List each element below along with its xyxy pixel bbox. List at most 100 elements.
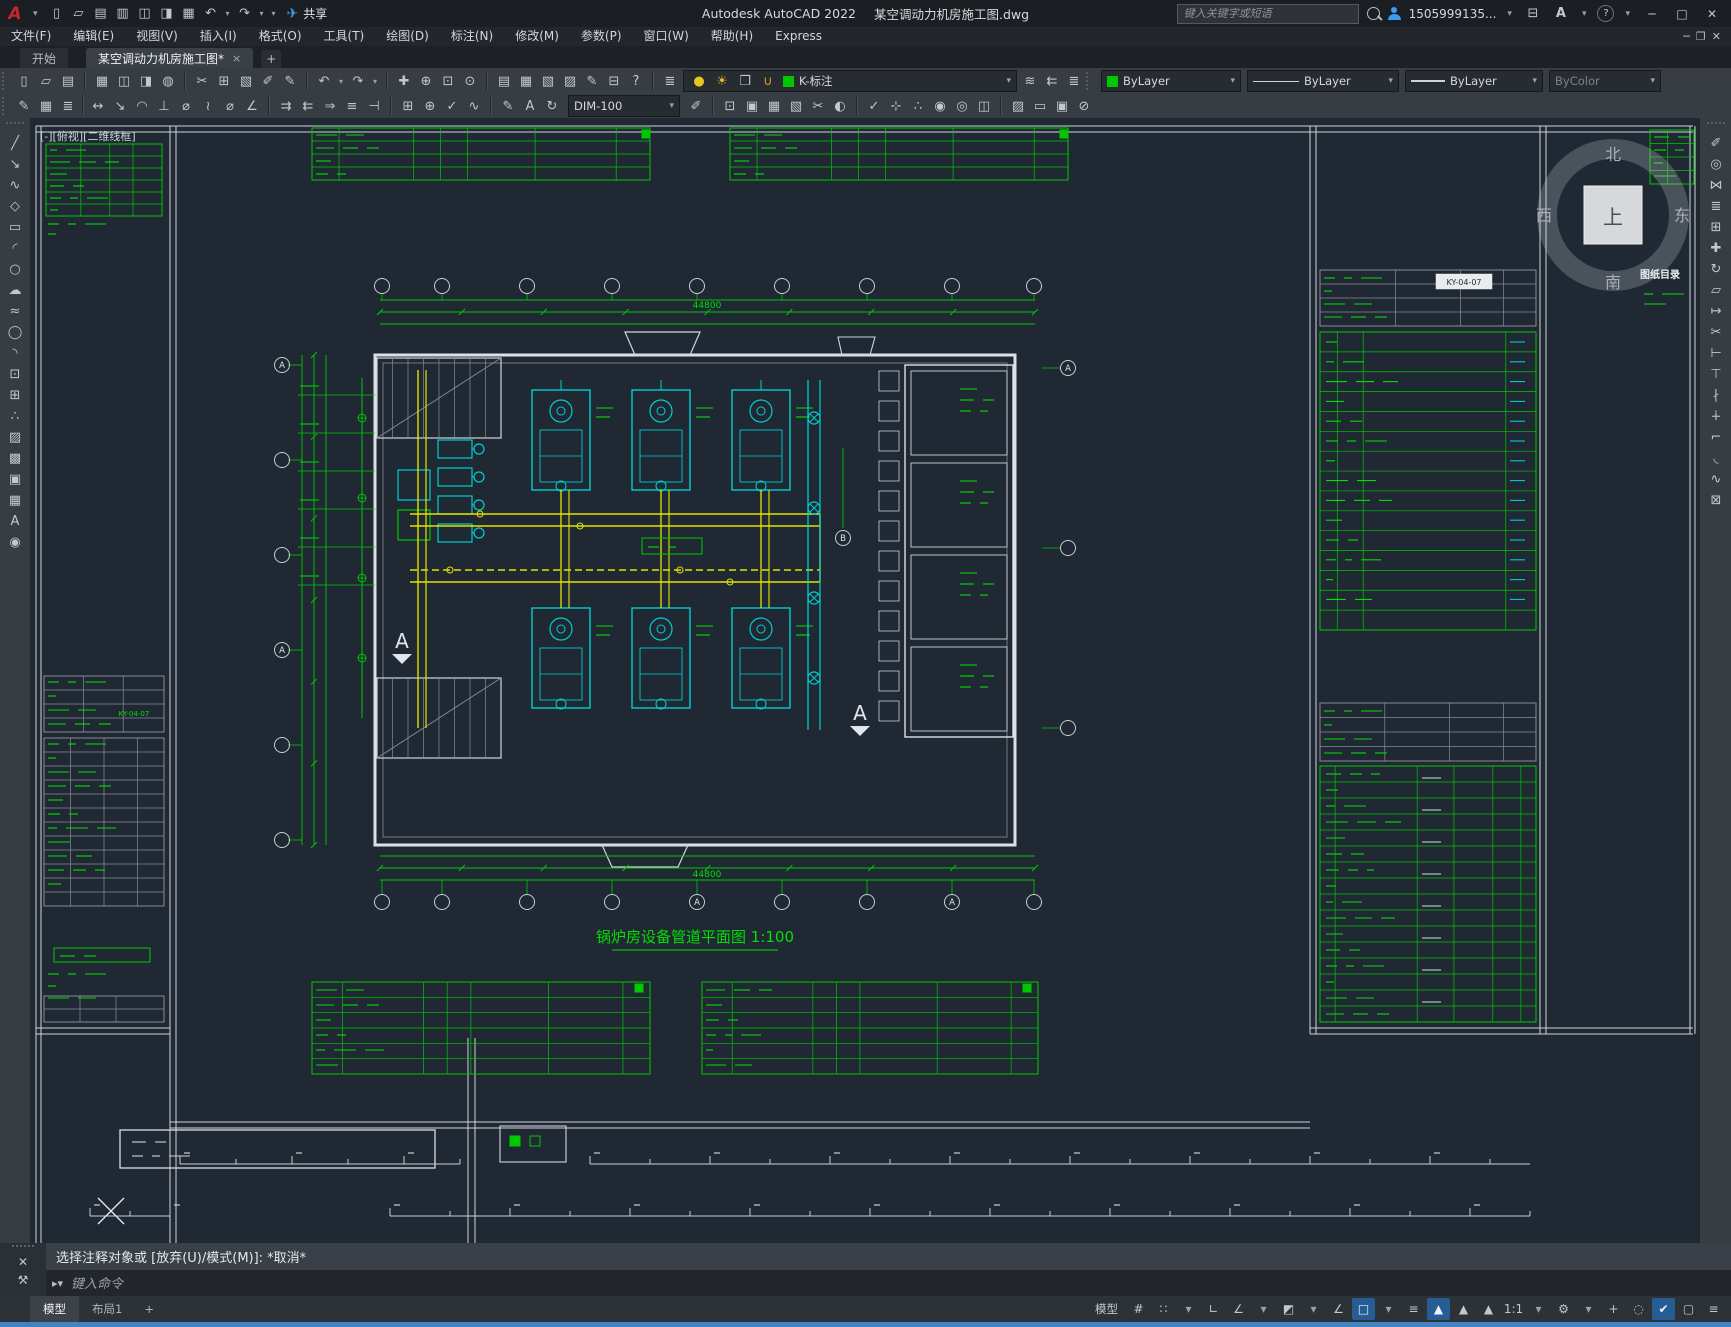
isolate-objects-icon[interactable]: ◌	[1627, 1298, 1650, 1320]
dim-style-apply-icon[interactable]: ✐	[686, 95, 706, 117]
dim-diameter-icon[interactable]: ⌀	[220, 95, 240, 117]
copy-icon[interactable]: ⊞	[214, 70, 234, 92]
paste-icon[interactable]: ▧	[236, 70, 256, 92]
isometric-drafting-icon[interactable]: ◩	[1277, 1298, 1300, 1320]
publish-icon[interactable]: ◨	[136, 70, 156, 92]
clip-icon[interactable]: ✂	[808, 95, 828, 117]
command-grip[interactable]	[12, 1245, 34, 1251]
lineweight-combo-dropdown-icon[interactable]: ▾	[1532, 76, 1537, 86]
dim-aligned-icon[interactable]: ↘	[110, 95, 130, 117]
dim-inspect-icon[interactable]: ✓	[442, 95, 462, 117]
hatch-icon[interactable]: ▨	[5, 427, 25, 448]
snap-mode-icon[interactable]: ∷	[1152, 1298, 1175, 1320]
fillet-icon[interactable]: ◟	[1706, 448, 1726, 469]
gradient-icon[interactable]: ▩	[5, 448, 25, 469]
menu-item[interactable]: Express	[764, 27, 833, 46]
text-style-icon[interactable]: ▦	[36, 95, 56, 117]
open-folder-icon[interactable]: ▱	[69, 3, 89, 25]
menu-item[interactable]: 参数(P)	[570, 27, 633, 46]
make-block-icon[interactable]: ⊞	[5, 385, 25, 406]
stretch-icon[interactable]: ↦	[1706, 301, 1726, 322]
dim-jogged-icon[interactable]: ≀	[198, 95, 218, 117]
autodesk-a-icon[interactable]: A	[1551, 3, 1571, 25]
group-icon[interactable]: ◉	[5, 532, 25, 553]
tool-palettes-icon[interactable]: ▧	[538, 70, 558, 92]
redo-icon[interactable]: ↷	[348, 70, 368, 92]
open-from-mobile-icon[interactable]: ◫	[135, 3, 155, 25]
tolerance-icon[interactable]: ⊞	[398, 95, 418, 117]
linetype-combo[interactable]: ByLayer ▾	[1247, 70, 1399, 92]
doc-restore-button[interactable]: ❐	[1696, 30, 1706, 43]
insert-block-icon[interactable]: ⊡	[5, 364, 25, 385]
search-icon[interactable]	[1366, 7, 1380, 20]
user-id[interactable]: 1505999135...	[1409, 7, 1497, 21]
dim-baseline-icon[interactable]: ⇇	[298, 95, 318, 117]
save-icon[interactable]: ▤	[58, 70, 78, 92]
new-file-icon[interactable]: ▯	[47, 3, 67, 25]
help-icon[interactable]: ?	[1597, 5, 1615, 22]
annotation-scale-icon[interactable]: ▲	[1477, 1298, 1500, 1320]
plot-preview-icon[interactable]: ◫	[114, 70, 134, 92]
grid-display-icon[interactable]: #	[1127, 1298, 1150, 1320]
draw-order-icon[interactable]: ◫	[974, 95, 994, 117]
raster-image-icon[interactable]: ▦	[764, 95, 784, 117]
doc-minimize-button[interactable]: ─	[1683, 30, 1690, 43]
save-as-icon[interactable]: ▥	[113, 3, 133, 25]
dim-style-manager-icon[interactable]: ✎	[14, 95, 34, 117]
purge-icon[interactable]: ⊘	[1074, 95, 1094, 117]
redo-icon[interactable]: ↷	[235, 3, 255, 25]
menu-item[interactable]: 标注(N)	[440, 27, 504, 46]
layer-combo-dropdown-icon[interactable]: ▾	[1006, 76, 1011, 86]
menu-item[interactable]: 视图(V)	[125, 27, 189, 46]
color-combo[interactable]: ByLayer ▾	[1101, 70, 1241, 92]
cut-icon[interactable]: ✂	[192, 70, 212, 92]
menu-item[interactable]: 帮助(H)	[700, 27, 764, 46]
trim-icon[interactable]: ✂	[1706, 322, 1726, 343]
toolbar-grip[interactable]	[1086, 72, 1093, 90]
dim-break-icon[interactable]: ⊣	[364, 95, 384, 117]
menu-item[interactable]: 文件(F)	[0, 27, 62, 46]
dim-space-icon[interactable]: ≡	[342, 95, 362, 117]
polyline-icon[interactable]: ∿	[5, 175, 25, 196]
dim-edit-icon[interactable]: ✎	[498, 95, 518, 117]
annotation-visibility-icon[interactable]: ▲	[1427, 1298, 1450, 1320]
dim-ordinate-icon[interactable]: ⊥	[154, 95, 174, 117]
snap-dropdown-icon[interactable]: ▾	[1177, 1298, 1200, 1320]
break-icon[interactable]: ∤	[1706, 385, 1726, 406]
rotate-icon[interactable]: ↻	[1706, 259, 1726, 280]
doc-close-button[interactable]: ✕	[1712, 30, 1721, 43]
ortho-mode-icon[interactable]: ∟	[1202, 1298, 1225, 1320]
table-icon[interactable]: ▦	[5, 490, 25, 511]
layer-properties-icon[interactable]: ≣	[660, 70, 680, 92]
properties-palette-icon[interactable]: ▤	[494, 70, 514, 92]
match-properties-icon[interactable]: ✎	[280, 70, 300, 92]
revcloud-icon[interactable]: ☁	[5, 280, 25, 301]
pan-icon[interactable]: ✚	[394, 70, 414, 92]
dim-text-edit-icon[interactable]: A	[520, 95, 540, 117]
toolbar-grip[interactable]	[2, 72, 9, 90]
line-icon[interactable]: ╱	[5, 133, 25, 154]
command-prompt-icon[interactable]: ▸▾	[52, 1277, 63, 1290]
layout-tab-layout1[interactable]: 布局1	[79, 1296, 135, 1322]
quick-select-icon[interactable]: ✓	[864, 95, 884, 117]
layer-on-icon[interactable]: ●	[689, 70, 709, 92]
markup-icon[interactable]: ✎	[582, 70, 602, 92]
customization-menu-icon[interactable]: ≡	[1702, 1298, 1725, 1320]
menu-item[interactable]: 窗口(W)	[633, 27, 700, 46]
tab-start[interactable]: 开始	[20, 48, 69, 68]
layer-thaw-icon[interactable]: ☀	[712, 70, 732, 92]
lineweight-display-icon[interactable]: ≡	[1402, 1298, 1425, 1320]
linetype-combo-dropdown-icon[interactable]: ▾	[1388, 76, 1393, 86]
a-dropdown-icon[interactable]: ▾	[1582, 9, 1587, 19]
maximize-button[interactable]: □	[1671, 7, 1693, 21]
layer-previous-icon[interactable]: ⇇	[1042, 70, 1062, 92]
mirror-icon[interactable]: ⋈	[1706, 175, 1726, 196]
undo-dropdown-icon[interactable]: ▾	[336, 70, 346, 92]
construction-line-icon[interactable]: ↘	[5, 154, 25, 175]
user-avatar-icon[interactable]	[1387, 7, 1401, 20]
open-folder-icon[interactable]: ▱	[36, 70, 56, 92]
app-store-cart-icon[interactable]: ⊟	[1523, 3, 1543, 25]
zoom-previous-icon[interactable]: ⊙	[460, 70, 480, 92]
measure-icon[interactable]: ⊹	[886, 95, 906, 117]
quick-dimension-icon[interactable]: ⇉	[276, 95, 296, 117]
